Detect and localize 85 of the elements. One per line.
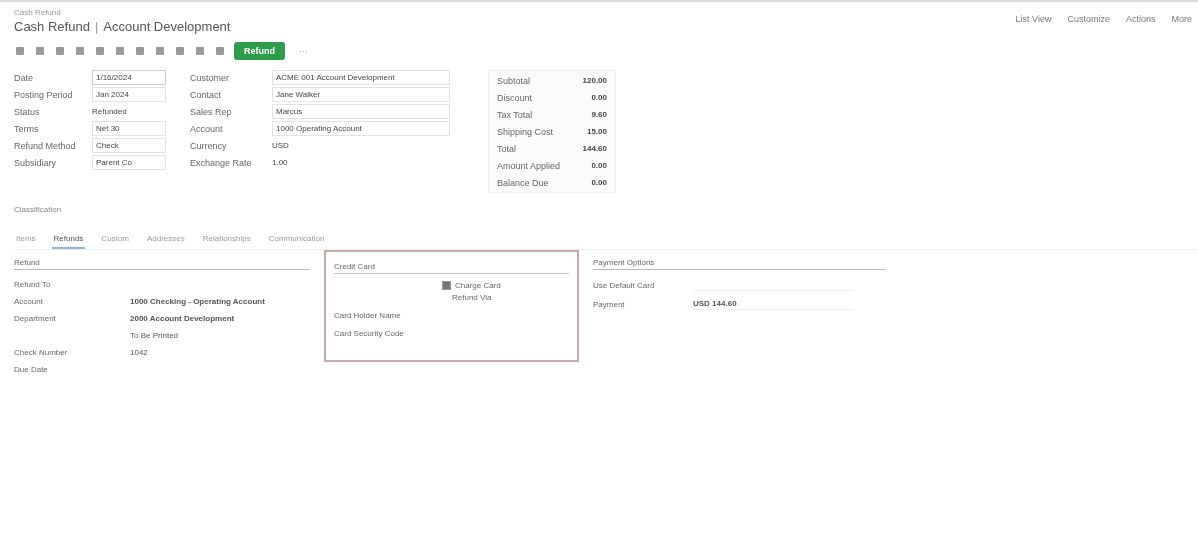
breadcrumb-link[interactable]: Cash Refund bbox=[14, 8, 231, 17]
checkbox-label: Charge Card bbox=[455, 281, 501, 290]
summary-label: Discount bbox=[497, 92, 532, 103]
input-field[interactable]: Jane Walker bbox=[272, 87, 450, 102]
field-label: Status bbox=[14, 106, 41, 117]
field-label: Account bbox=[190, 123, 224, 134]
field-label: Currency bbox=[190, 140, 228, 151]
input-field[interactable]: Check bbox=[92, 138, 166, 153]
field-label: Terms bbox=[14, 123, 40, 134]
record-name-title: Account Development bbox=[103, 19, 231, 34]
toolbar-icon[interactable] bbox=[54, 45, 66, 57]
field-value: To Be Printed bbox=[130, 330, 179, 340]
summary-label: Shipping Cost bbox=[497, 126, 554, 137]
checkbox[interactable] bbox=[442, 281, 451, 290]
field-label: Card Holder Name bbox=[334, 311, 402, 320]
field-label: Refund To bbox=[14, 279, 51, 289]
section-heading: Refund bbox=[14, 258, 310, 270]
summary-value: 0.00 bbox=[591, 161, 607, 170]
tab[interactable]: Custom bbox=[99, 232, 131, 249]
field-label: Card Security Code bbox=[334, 329, 405, 338]
summary-value: 0.00 bbox=[591, 178, 607, 187]
toolbar-icon[interactable] bbox=[114, 45, 126, 57]
field-label: Refund Via bbox=[452, 293, 493, 302]
input-field[interactable]: Jan 2024 bbox=[92, 87, 166, 102]
field-label: Check Number bbox=[14, 347, 68, 357]
field-label: Subsidiary bbox=[14, 157, 58, 168]
field-label: Sales Rep bbox=[190, 106, 233, 117]
summary-value: 120.00 bbox=[582, 76, 607, 85]
summary-label: Tax Total bbox=[497, 109, 533, 120]
section-heading: Credit Card bbox=[334, 262, 569, 274]
field-label: Use Default Card bbox=[593, 280, 656, 290]
field-value: 2000 Account Development bbox=[130, 313, 235, 323]
section-heading: Payment Options bbox=[593, 258, 885, 270]
summary-label: Total bbox=[497, 143, 516, 154]
title-separator: | bbox=[94, 19, 99, 34]
input-field[interactable]: ACME 001 Account Development bbox=[272, 70, 450, 85]
field-value: 1000 Checking - Operating Account bbox=[130, 296, 265, 306]
field-value: Refunded bbox=[92, 107, 128, 116]
input-field[interactable]: 1000 Operating Account bbox=[272, 121, 450, 136]
input-field[interactable]: Net 30 bbox=[92, 121, 166, 136]
toolbar-icon[interactable] bbox=[174, 45, 186, 57]
field-value: 1042 bbox=[130, 347, 148, 357]
header-link[interactable]: List View bbox=[1015, 14, 1052, 24]
field-label: Customer bbox=[190, 72, 230, 83]
summary-value: 144.60 bbox=[582, 144, 607, 153]
toolbar-icon[interactable] bbox=[134, 45, 146, 57]
header-link[interactable]: Actions bbox=[1125, 14, 1156, 24]
field-label: Refund Method bbox=[14, 140, 77, 151]
summary-value: 9.60 bbox=[591, 110, 607, 119]
input-field[interactable]: Parent Co bbox=[92, 155, 166, 170]
toolbar-icon[interactable] bbox=[154, 45, 166, 57]
header-link[interactable]: More bbox=[1171, 14, 1192, 24]
toolbar-icon[interactable] bbox=[74, 45, 86, 57]
summary-value: 0.00 bbox=[591, 93, 607, 102]
field-label: Department bbox=[14, 313, 56, 323]
record-type-title: Cash Refund bbox=[14, 19, 90, 34]
field-label: Payment bbox=[593, 299, 626, 309]
toolbar-icon[interactable] bbox=[194, 45, 206, 57]
toolbar-icon[interactable] bbox=[214, 45, 226, 57]
field-label: Account bbox=[14, 296, 43, 306]
refund-button[interactable]: Refund bbox=[234, 42, 285, 60]
input-field[interactable]: Marcus bbox=[272, 104, 450, 119]
toolbar-icon[interactable] bbox=[14, 45, 26, 57]
toolbar-icon[interactable] bbox=[94, 45, 106, 57]
tab[interactable]: Relationships bbox=[200, 232, 253, 249]
summary-value: 15.00 bbox=[586, 127, 607, 136]
tab[interactable]: Addresses bbox=[144, 232, 187, 249]
field-label: Due Date bbox=[14, 364, 48, 374]
summary-label: Subtotal bbox=[497, 75, 531, 86]
field-value: USD bbox=[272, 141, 290, 150]
summary-label: Amount Applied bbox=[497, 160, 561, 171]
field-label: Contact bbox=[190, 89, 223, 100]
tab[interactable]: Communication bbox=[266, 232, 327, 249]
input-field[interactable]: USD 144.60 bbox=[693, 298, 853, 310]
header-link[interactable]: Customize bbox=[1067, 14, 1110, 24]
tab[interactable]: Refunds bbox=[51, 232, 86, 249]
section-heading: Classification bbox=[14, 205, 63, 214]
field-label: Date bbox=[14, 72, 34, 83]
toolbar-icon[interactable] bbox=[34, 45, 46, 57]
field-value: 1.00 bbox=[272, 158, 289, 167]
tab[interactable]: Items bbox=[14, 232, 38, 249]
input-field[interactable]: 1/16/2024 bbox=[92, 70, 166, 85]
field-label: Exchange Rate bbox=[190, 157, 253, 168]
field-label: Posting Period bbox=[14, 89, 74, 100]
summary-label: Balance Due bbox=[497, 177, 549, 188]
